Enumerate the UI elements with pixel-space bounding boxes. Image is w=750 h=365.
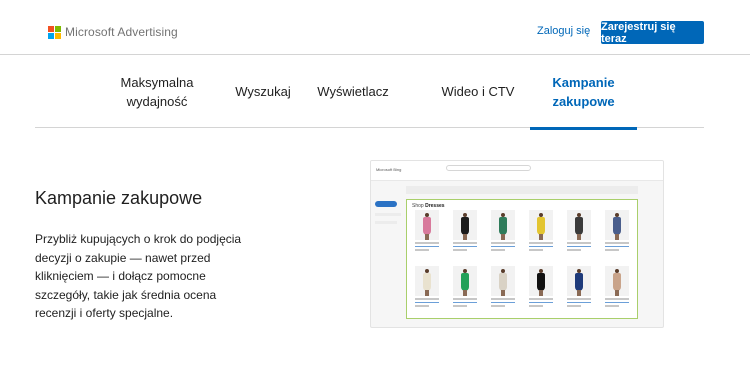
preview-tab-row — [431, 176, 601, 189]
preview-bing-label: Microsoft Bing — [376, 167, 402, 172]
site-header: Microsoft Advertising Zaloguj się Zareje… — [0, 0, 750, 55]
tab-search[interactable]: Wyszukaj — [227, 55, 299, 128]
preview-side-button — [375, 201, 397, 207]
microsoft-logo-icon — [48, 25, 61, 39]
microsoft-advertising-logo[interactable]: Microsoft Advertising — [48, 25, 178, 39]
preview-ghost-line — [375, 213, 401, 216]
product-card — [415, 266, 439, 307]
tab-label: Wyświetlacz — [317, 84, 389, 99]
product-card — [453, 266, 477, 307]
active-tab-indicator — [530, 127, 637, 130]
product-card — [567, 266, 591, 307]
product-card — [529, 266, 553, 307]
product-card — [491, 210, 515, 251]
register-button[interactable]: Zarejestruj się teraz — [601, 21, 704, 45]
preview-search-bar: Microsoft Bing — [371, 161, 663, 189]
product-card — [567, 210, 591, 251]
tab-label: Wideo i CTV — [441, 84, 515, 99]
shopping-ads-preview-image: Microsoft Bing Shop Dresses — [370, 160, 664, 328]
product-card — [605, 266, 629, 307]
product-card — [453, 210, 477, 251]
preview-ghost-line — [375, 221, 397, 224]
product-card — [415, 210, 439, 251]
tab-display[interactable]: Wyświetlacz — [303, 55, 403, 128]
preview-ghost-bar — [406, 186, 638, 194]
logo-text: Microsoft Advertising — [65, 25, 178, 39]
tab-label: Wyszukaj — [235, 84, 291, 99]
login-link[interactable]: Zaloguj się — [537, 25, 590, 37]
shop-panel-title: Shop Dresses — [412, 203, 445, 209]
tab-shopping-campaigns[interactable]: Kampanie zakupowe — [530, 55, 637, 130]
campaign-type-tabs: Maksymalna wydajność Wyszukaj Wyświetlac… — [35, 55, 704, 130]
tab-label: Kampanie zakupowe — [552, 74, 615, 109]
product-card — [491, 266, 515, 307]
tab-label: Maksymalna wydajność — [120, 74, 194, 109]
shop-dresses-panel: Shop Dresses — [406, 199, 638, 319]
product-card — [605, 210, 629, 251]
product-card — [529, 210, 553, 251]
section-heading: Kampanie zakupowe — [35, 188, 203, 208]
tab-video-ctv[interactable]: Wideo i CTV — [428, 55, 528, 128]
section-description: Przybliż kupujących o krok do podjęcia d… — [35, 232, 242, 320]
preview-search-box — [446, 165, 531, 171]
tab-max-performance[interactable]: Maksymalna wydajność — [97, 55, 217, 128]
